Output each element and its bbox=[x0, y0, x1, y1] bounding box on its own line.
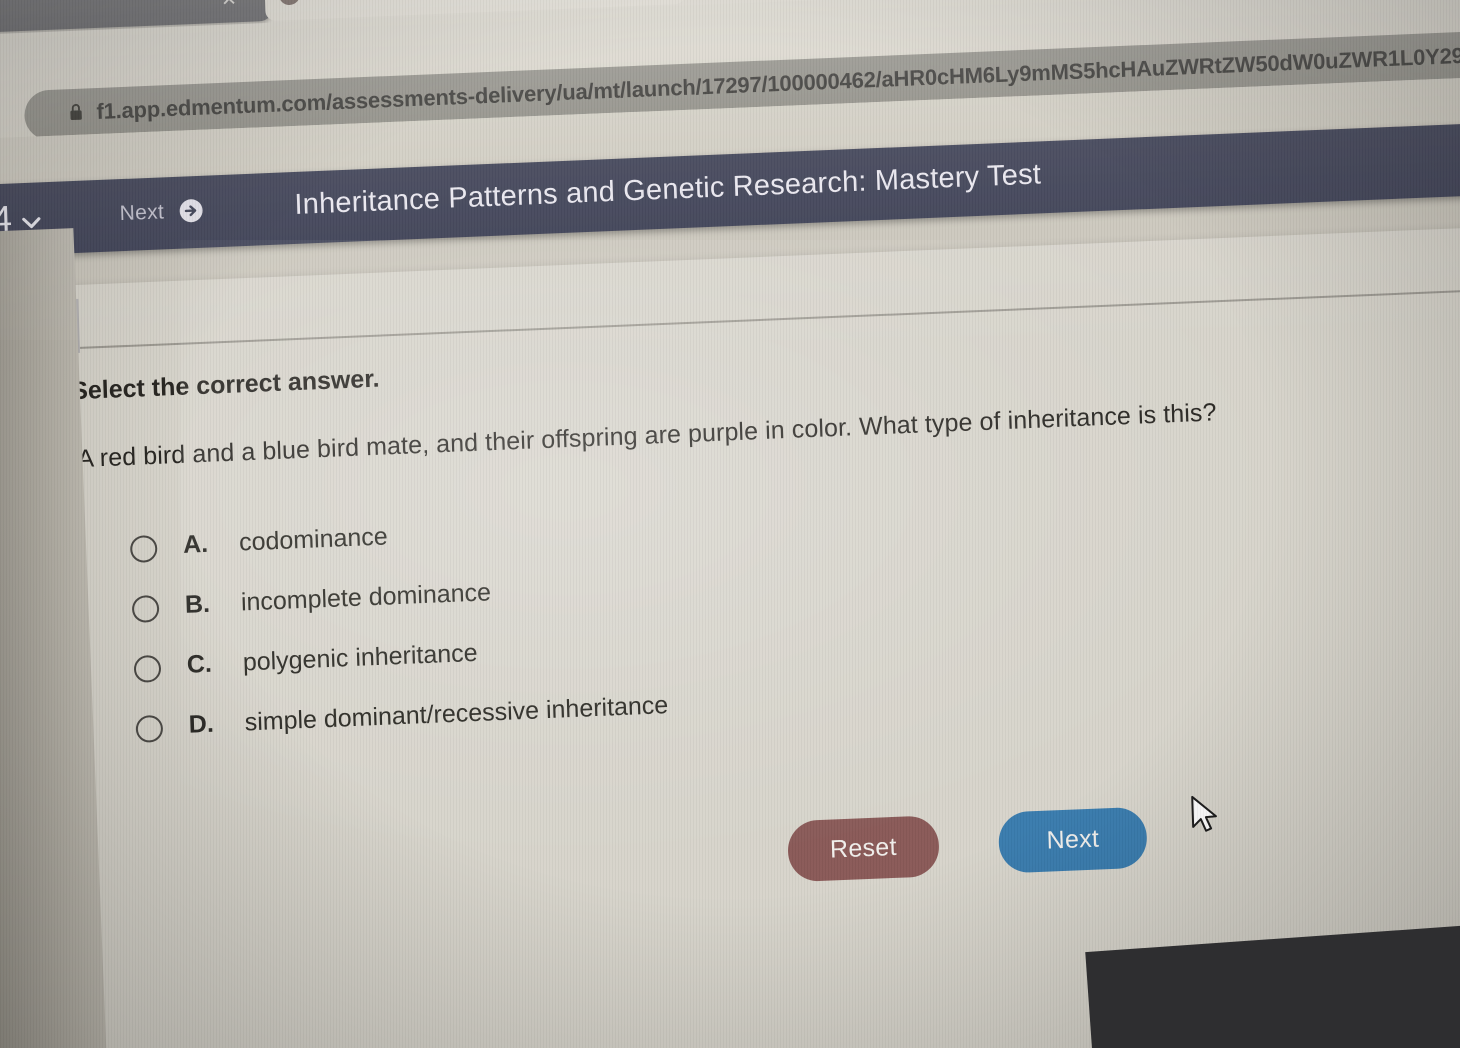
option-letter-c: C. bbox=[186, 649, 213, 679]
option-text-c: polygenic inheritance bbox=[242, 638, 478, 677]
option-text-d: simple dominant/recessive inheritance bbox=[244, 691, 669, 737]
edmentum-favicon-icon: e bbox=[278, 0, 301, 6]
radio-button-d[interactable] bbox=[135, 714, 164, 743]
radio-button-b[interactable] bbox=[131, 594, 160, 623]
question-card: 4 Select the correct answer. A red bird … bbox=[9, 224, 1460, 1048]
question-number-badge: 4 bbox=[22, 298, 81, 356]
option-text-b: incomplete dominance bbox=[240, 578, 492, 617]
chevron-down-icon bbox=[22, 216, 41, 228]
lock-icon bbox=[70, 103, 82, 121]
answer-options-list: A. codominance B. incomplete dominance C… bbox=[129, 484, 1337, 773]
app-page: ntation 4 Next Inheritance Patterns bbox=[0, 74, 1460, 1048]
mouse-pointer-icon bbox=[1191, 795, 1217, 832]
option-letter-a: A. bbox=[182, 529, 209, 559]
screen-surface: al ✕ e Inheritance Patterns and Genetic … bbox=[0, 0, 1460, 1048]
navbar-next-button[interactable]: Next bbox=[119, 198, 204, 226]
option-letter-b: B. bbox=[184, 589, 211, 619]
question-prompt: A red bird and a blue bird mate, and the… bbox=[76, 398, 1217, 474]
reset-button[interactable]: Reset bbox=[787, 815, 940, 883]
card-divider bbox=[79, 287, 1460, 349]
current-question-number: 4 bbox=[0, 197, 13, 240]
close-icon[interactable]: ✕ bbox=[221, 0, 238, 11]
next-button[interactable]: Next bbox=[997, 806, 1149, 874]
radio-button-a[interactable] bbox=[129, 534, 158, 564]
assessment-title: Inheritance Patterns and Genetic Researc… bbox=[293, 158, 1042, 221]
action-button-row: Reset Next bbox=[787, 806, 1149, 883]
question-instruction: Select the correct answer. bbox=[70, 364, 380, 406]
browser-tab-title: Inheritance Patterns and Genetic Researc… bbox=[311, 0, 681, 2]
option-letter-d: D. bbox=[188, 709, 215, 739]
radio-button-c[interactable] bbox=[133, 654, 162, 683]
arrow-right-circle-icon bbox=[180, 199, 203, 223]
question-selector-dropdown[interactable]: 4 bbox=[0, 196, 41, 240]
answer-option-d[interactable]: D. simple dominant/recessive inheritance bbox=[135, 664, 1335, 743]
navbar-next-label: Next bbox=[119, 199, 165, 225]
option-text-a: codominance bbox=[238, 522, 389, 557]
photo-of-screen: al ✕ e Inheritance Patterns and Genetic … bbox=[0, 0, 1460, 1048]
